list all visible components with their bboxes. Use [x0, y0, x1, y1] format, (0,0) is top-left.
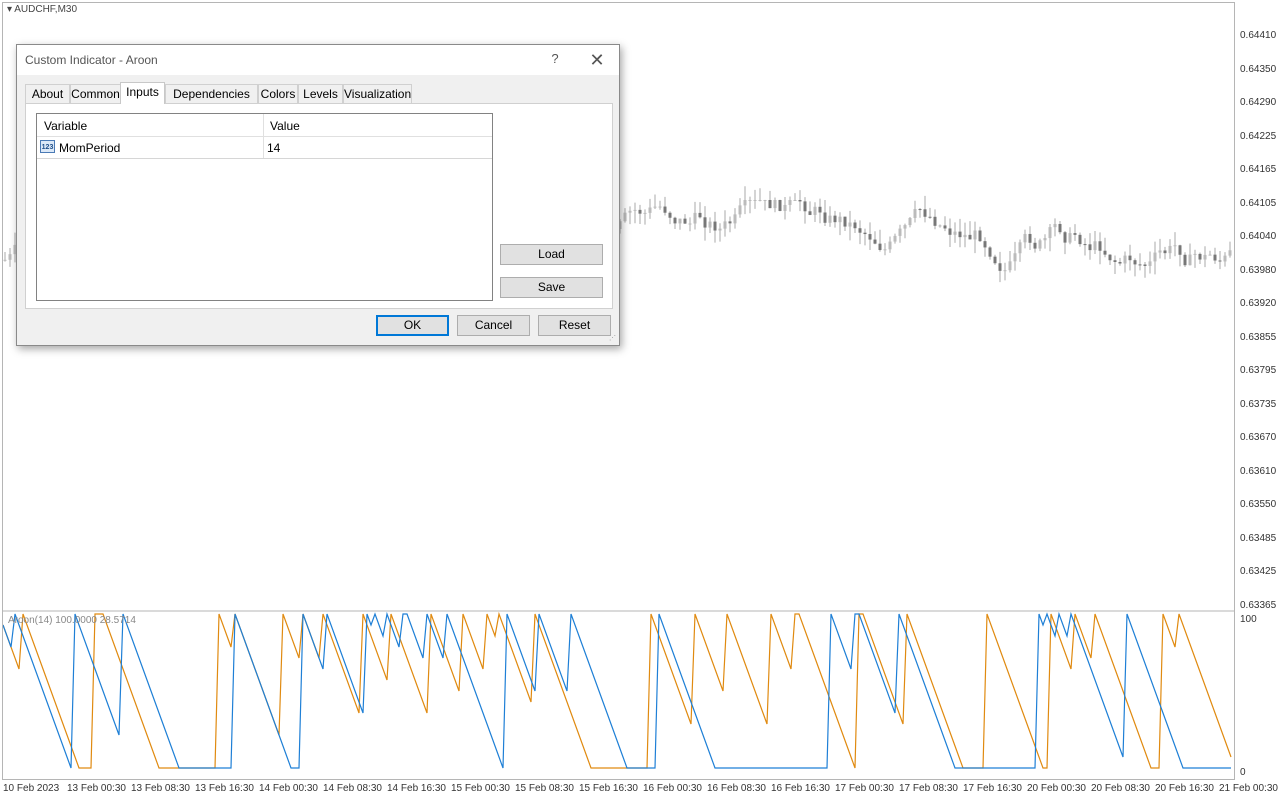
ok-button[interactable]: OK	[376, 315, 449, 336]
integer-type-icon: 123	[40, 140, 55, 153]
input-row-momperiod[interactable]: 123 MomPeriod 14	[37, 137, 492, 159]
symbol-text: AUDCHF,M30	[14, 4, 78, 15]
price-tick: 0.63920	[1240, 298, 1277, 309]
variable-name: MomPeriod	[59, 141, 121, 155]
price-tick: 0.64040	[1240, 231, 1277, 242]
resize-grip-icon[interactable]: ⋰	[609, 335, 617, 343]
price-tick: 0.63610	[1240, 465, 1277, 477]
load-button[interactable]: Load	[500, 244, 603, 265]
time-tick: 10 Feb 2023	[3, 783, 60, 794]
close-icon[interactable]: ✕	[585, 49, 609, 71]
dialog-title: Custom Indicator - Aroon	[25, 53, 158, 67]
cancel-button[interactable]: Cancel	[457, 315, 530, 336]
price-tick: 0.64225	[1240, 130, 1277, 142]
time-tick: 14 Feb 16:30	[387, 783, 446, 794]
time-tick: 13 Feb 00:30	[67, 783, 126, 794]
time-tick: 13 Feb 16:30	[195, 783, 254, 794]
indicator-tick-100: 100	[1240, 614, 1257, 625]
price-tick: 0.63735	[1240, 398, 1277, 410]
time-tick: 15 Feb 08:30	[515, 783, 574, 794]
price-tick: 0.63485	[1240, 532, 1277, 544]
time-tick: 17 Feb 16:30	[963, 783, 1022, 794]
price-tick: 0.63365	[1240, 599, 1277, 611]
tab-common[interactable]: Common	[70, 84, 121, 103]
price-tick: 0.63670	[1240, 432, 1277, 443]
price-tick: 0.64290	[1240, 97, 1277, 108]
time-tick: 20 Feb 16:30	[1155, 783, 1214, 794]
time-tick: 16 Feb 16:30	[771, 783, 830, 794]
custom-indicator-dialog: Custom Indicator - Aroon ? ✕ About Commo…	[16, 44, 620, 346]
reset-button[interactable]: Reset	[538, 315, 611, 336]
time-tick: 13 Feb 08:30	[131, 783, 190, 794]
time-tick: 14 Feb 00:30	[259, 783, 318, 794]
indicator-label: Aroon(14) 100.0000 28.5714	[8, 615, 136, 626]
save-button[interactable]: Save	[500, 277, 603, 298]
variable-value[interactable]: 14	[267, 141, 280, 155]
grid-header: Variable Value	[37, 114, 492, 137]
time-tick: 17 Feb 00:30	[835, 783, 894, 794]
price-tick: 0.63855	[1240, 331, 1277, 343]
header-variable: Variable	[44, 119, 88, 133]
price-tick: 0.63980	[1240, 264, 1277, 276]
time-tick: 21 Feb 00:30	[1219, 783, 1278, 794]
symbol-label: ▾ AUDCHF,M30	[7, 4, 78, 15]
help-icon[interactable]: ?	[545, 49, 565, 69]
header-value: Value	[270, 119, 300, 133]
time-tick: 17 Feb 08:30	[899, 783, 958, 794]
time-tick: 20 Feb 00:30	[1027, 783, 1086, 794]
price-tick: 0.63795	[1240, 365, 1277, 376]
price-tick: 0.64165	[1240, 164, 1277, 175]
tab-dependencies[interactable]: Dependencies	[165, 84, 258, 103]
tab-visualization[interactable]: Visualization	[343, 84, 412, 103]
time-tick: 15 Feb 00:30	[451, 783, 510, 794]
tab-about[interactable]: About	[25, 84, 70, 103]
time-tick: 14 Feb 08:30	[323, 783, 382, 794]
price-tick: 0.64350	[1240, 63, 1277, 75]
price-tick: 0.63425	[1240, 566, 1277, 577]
price-tick: 0.64105	[1240, 197, 1277, 209]
time-tick: 15 Feb 16:30	[579, 783, 638, 794]
inputs-grid: Variable Value 123 MomPeriod 14	[36, 113, 493, 301]
time-tick: 20 Feb 08:30	[1091, 783, 1150, 794]
time-tick: 16 Feb 00:30	[643, 783, 702, 794]
price-tick: 0.63550	[1240, 499, 1277, 510]
indicator-tick-0: 0	[1240, 767, 1246, 778]
time-tick: 16 Feb 08:30	[707, 783, 766, 794]
price-tick: 0.64410	[1240, 30, 1277, 41]
tab-inputs[interactable]: Inputs	[120, 82, 165, 104]
tab-colors[interactable]: Colors	[258, 84, 298, 103]
tab-levels[interactable]: Levels	[298, 84, 343, 103]
dialog-titlebar[interactable]: Custom Indicator - Aroon ? ✕	[17, 45, 619, 75]
